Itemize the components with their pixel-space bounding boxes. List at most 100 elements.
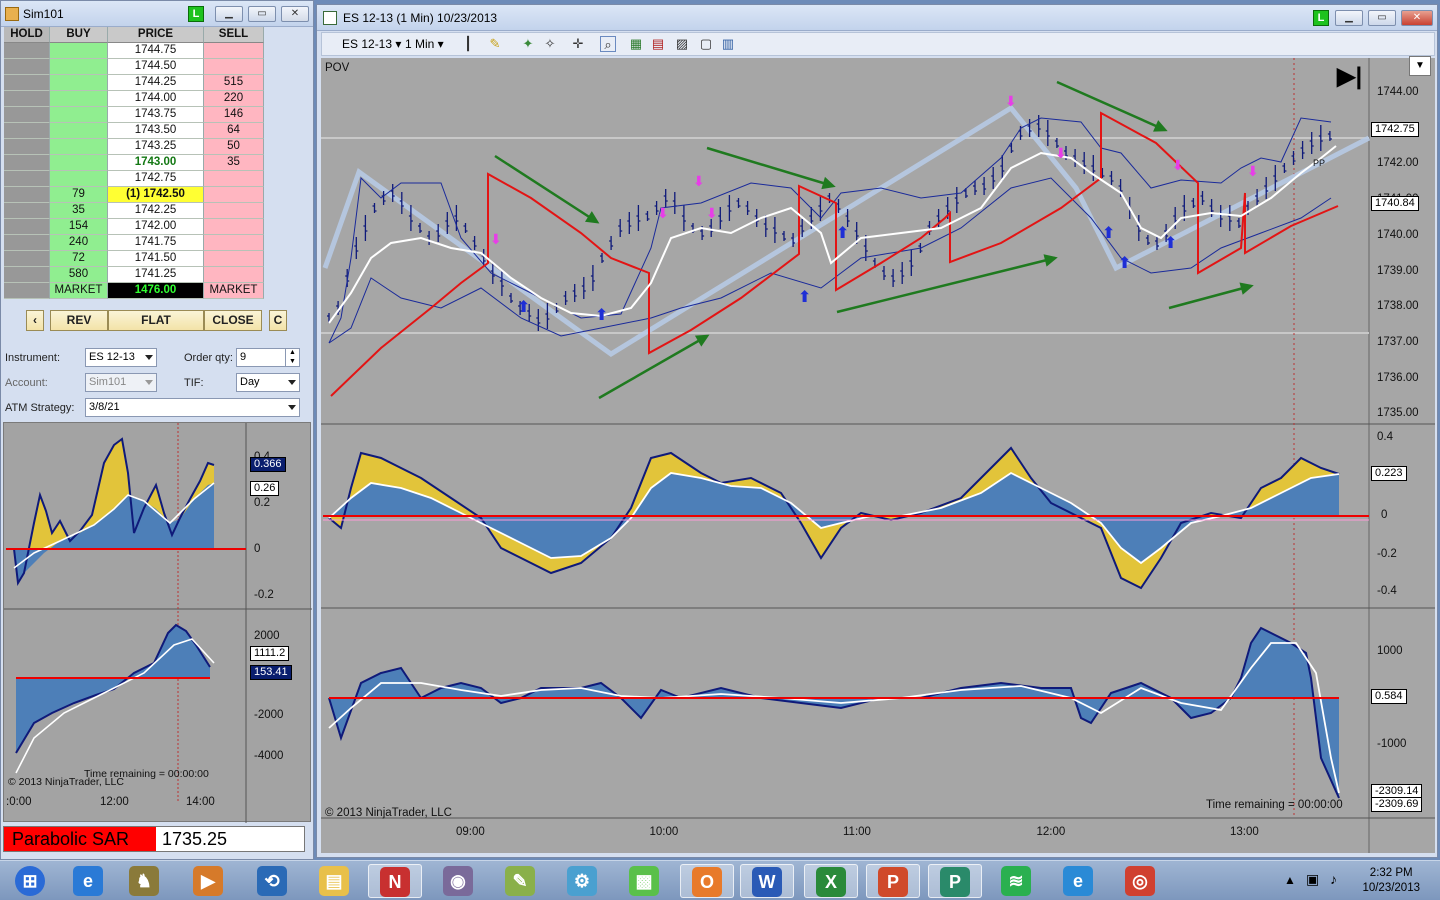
ladder-sell-cell[interactable]: 64 bbox=[204, 123, 264, 139]
atm-strategy-select[interactable]: 3/8/21 bbox=[85, 398, 300, 417]
pencil-icon[interactable]: ✎ bbox=[487, 36, 503, 52]
maximize-icon[interactable]: ▭ bbox=[1368, 10, 1396, 26]
excel-icon[interactable]: X bbox=[804, 864, 858, 898]
ladder-row[interactable]: 240 1741.75 bbox=[4, 235, 264, 251]
ladder-hold-cell[interactable] bbox=[4, 123, 50, 139]
ladder-row[interactable]: 1744.00 220 bbox=[4, 91, 264, 107]
collapse-button[interactable]: ‹ bbox=[26, 310, 44, 331]
ladder-row[interactable]: 1743.25 50 bbox=[4, 139, 264, 155]
link-badge[interactable]: L bbox=[188, 6, 204, 22]
go-to-end-icon[interactable]: ▶| bbox=[1337, 62, 1362, 91]
interval-dropdown[interactable]: 1 Min ▾ bbox=[405, 36, 444, 53]
ladder-buy-cell[interactable] bbox=[50, 123, 108, 139]
data-box-icon[interactable]: ▤ bbox=[650, 36, 666, 52]
ladder-row[interactable]: 154 1742.00 bbox=[4, 219, 264, 235]
maximize-icon[interactable]: ▭ bbox=[248, 6, 276, 22]
chevron-down-icon[interactable]: ▼ bbox=[1409, 56, 1431, 76]
ladder-hold-cell[interactable] bbox=[4, 107, 50, 123]
ladder-hold-cell[interactable] bbox=[4, 59, 50, 75]
minimize-icon[interactable]: ▁ bbox=[1335, 10, 1363, 26]
publisher-icon[interactable]: P bbox=[928, 864, 982, 898]
buy-market-button[interactable]: MARKET bbox=[50, 283, 108, 299]
market-row[interactable]: MARKET 1476.00 MARKET bbox=[4, 283, 264, 299]
crosshair-icon[interactable]: ✛ bbox=[570, 36, 586, 52]
ladder-row[interactable]: 1743.50 64 bbox=[4, 123, 264, 139]
chart-titlebar[interactable]: ES 12-13 (1 Min) 10/23/2013 L ▁ ▭ ✕ bbox=[317, 5, 1437, 31]
ladder-buy-cell[interactable]: 72 bbox=[50, 251, 108, 267]
ladder-hold-cell[interactable] bbox=[4, 219, 50, 235]
spin-up-icon[interactable]: ▲ bbox=[285, 349, 299, 358]
ladder-hold-cell[interactable] bbox=[4, 43, 50, 59]
ladder-sell-cell[interactable] bbox=[204, 251, 264, 267]
ladder-row[interactable]: 35 1742.25 bbox=[4, 203, 264, 219]
close-icon[interactable]: ✕ bbox=[281, 6, 309, 22]
snapshot-icon[interactable]: ▢ bbox=[698, 36, 714, 52]
ladder-sell-cell[interactable] bbox=[204, 187, 264, 203]
app-compass-icon[interactable]: ◉ bbox=[432, 864, 486, 898]
ladder-hold-cell[interactable] bbox=[4, 267, 50, 283]
ladder-sell-cell[interactable] bbox=[204, 219, 264, 235]
spin-down-icon[interactable]: ▼ bbox=[285, 358, 299, 367]
internet-explorer-icon[interactable]: e bbox=[62, 864, 116, 898]
zoom-icon[interactable]: ⌕ bbox=[600, 36, 616, 52]
close-button[interactable]: CLOSE bbox=[204, 310, 262, 331]
ladder-buy-cell[interactable]: 154 bbox=[50, 219, 108, 235]
ladder-buy-cell[interactable] bbox=[50, 59, 108, 75]
ladder-buy-cell[interactable]: 35 bbox=[50, 203, 108, 219]
powerpoint-icon[interactable]: P bbox=[866, 864, 920, 898]
link-badge[interactable]: L bbox=[1313, 10, 1329, 26]
ladder-row[interactable]: 580 1741.25 bbox=[4, 267, 264, 283]
ladder-row[interactable]: 1742.75 bbox=[4, 171, 264, 187]
ladder-sell-cell[interactable]: 515 bbox=[204, 75, 264, 91]
ladder-hold-cell[interactable] bbox=[4, 251, 50, 267]
app-network-icon[interactable]: ⚙ bbox=[556, 864, 610, 898]
ladder-sell-cell[interactable] bbox=[204, 171, 264, 187]
ladder-sell-cell[interactable]: 220 bbox=[204, 91, 264, 107]
ladder-hold-cell[interactable] bbox=[4, 171, 50, 187]
ladder-row[interactable]: 79 (1) 1742.50 bbox=[4, 187, 264, 203]
volume-icon[interactable]: ♪ bbox=[1330, 871, 1337, 887]
instrument-select[interactable]: ES 12-13 bbox=[85, 348, 157, 367]
ladder-hold-cell[interactable] bbox=[4, 91, 50, 107]
ladder-buy-cell[interactable]: 580 bbox=[50, 267, 108, 283]
account-select[interactable]: Sim101 bbox=[85, 373, 157, 392]
ladder-row[interactable]: 72 1741.50 bbox=[4, 251, 264, 267]
ladder-buy-cell[interactable] bbox=[50, 43, 108, 59]
close-icon[interactable]: ✕ bbox=[1401, 10, 1433, 26]
ladder-buy-cell[interactable]: 79 bbox=[50, 187, 108, 203]
ladder-sell-cell[interactable] bbox=[204, 43, 264, 59]
indicator-icon[interactable]: ✦ bbox=[520, 36, 536, 52]
chart-trader-icon[interactable]: ▦ bbox=[628, 36, 644, 52]
ladder-sell-cell[interactable] bbox=[204, 59, 264, 75]
ladder-row[interactable]: 1743.75 146 bbox=[4, 107, 264, 123]
ladder-row[interactable]: 1744.75 bbox=[4, 43, 264, 59]
ladder-hold-cell[interactable] bbox=[4, 139, 50, 155]
ladder-sell-cell[interactable]: 50 bbox=[204, 139, 264, 155]
system-clock[interactable]: 2:32 PM 10/23/2013 bbox=[1362, 866, 1420, 896]
price-chart[interactable]: ⬆⬆⬆⬆⬆⬆⬆⬇⬇⬇⬇⬇⬇⬇⬇ POV ▶| ▼ 1744.001743.001… bbox=[321, 56, 1435, 853]
internet-explorer-2-icon[interactable]: e bbox=[1052, 864, 1106, 898]
word-icon[interactable]: W bbox=[740, 864, 794, 898]
chrome-icon[interactable]: ◎ bbox=[1114, 864, 1168, 898]
ladder-buy-cell[interactable] bbox=[50, 91, 108, 107]
bar-type-icon[interactable]: ┃ bbox=[460, 36, 476, 52]
ladder-buy-cell[interactable] bbox=[50, 155, 108, 171]
ninjatrader-icon[interactable]: N bbox=[368, 864, 422, 898]
outlook-icon[interactable]: O bbox=[680, 864, 734, 898]
ladder-buy-cell[interactable]: 240 bbox=[50, 235, 108, 251]
ladder-sell-cell[interactable] bbox=[204, 267, 264, 283]
sell-market-button[interactable]: MARKET bbox=[204, 283, 264, 299]
instrument-dropdown[interactable]: ES 12-13 ▾ bbox=[342, 36, 401, 53]
ladder-buy-cell[interactable] bbox=[50, 107, 108, 123]
ladder-sell-cell[interactable]: 35 bbox=[204, 155, 264, 171]
network-icon[interactable]: ▣ bbox=[1306, 871, 1319, 888]
ladder-sell-cell[interactable]: 146 bbox=[204, 107, 264, 123]
ladder-buy-cell[interactable] bbox=[50, 75, 108, 91]
ladder-hold-cell[interactable] bbox=[4, 203, 50, 219]
mini-chart[interactable]: 0.4 0.2 0 -0.2 0.366 0.26 2000 -2000 -40… bbox=[3, 422, 312, 823]
app-notes-icon[interactable]: ✎ bbox=[494, 864, 548, 898]
strategy-icon[interactable]: ✧ bbox=[542, 36, 558, 52]
rev-button[interactable]: REV bbox=[50, 310, 108, 331]
ladder-buy-cell[interactable] bbox=[50, 171, 108, 187]
chart-properties-icon[interactable]: ▨ bbox=[674, 36, 690, 52]
